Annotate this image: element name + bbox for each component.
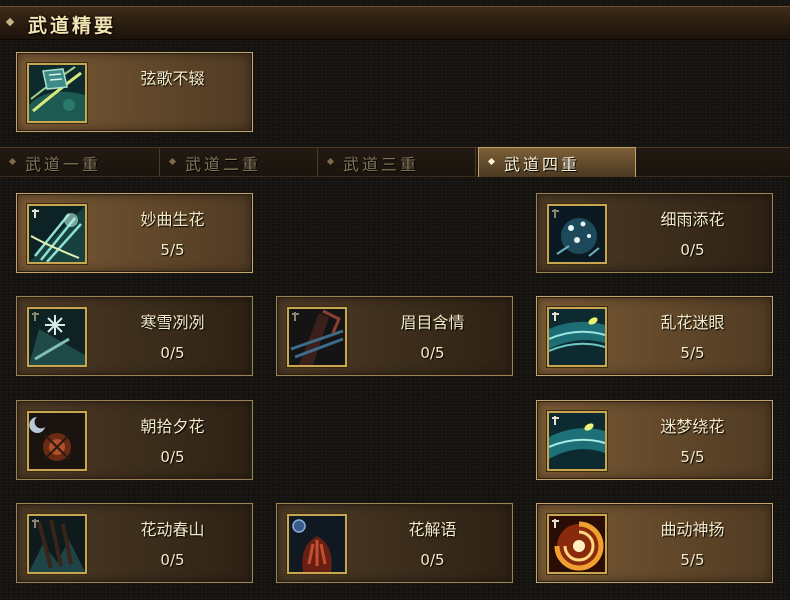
skill-level: 0/5 [160, 551, 185, 569]
tab-bar: 武道一重 武道二重 武道三重 武道四重 [0, 147, 790, 177]
skill-name: 迷梦绕花 [660, 417, 725, 436]
tab-diamond-icon [8, 157, 17, 166]
fan-glance-icon [287, 307, 347, 367]
skill-card-mimeng[interactable]: 迷梦绕花 5/5 [536, 400, 773, 480]
header-diamond-icon [5, 17, 15, 27]
skill-level: 0/5 [680, 241, 705, 259]
tab-level-4[interactable]: 武道四重 [478, 147, 636, 177]
tab-level-2[interactable]: 武道二重 [160, 148, 318, 176]
tab-diamond-icon [168, 157, 177, 166]
skill-card-qudong[interactable]: 曲动神扬 5/5 [536, 503, 773, 583]
essence-card[interactable]: 弦歌不辍 [16, 52, 253, 132]
tab-label: 武道一重 [25, 155, 102, 174]
skill-card-meimu[interactable]: 眉目含情 0/5 [276, 296, 513, 376]
skill-name: 乱花迷眼 [660, 313, 725, 332]
tab-label: 武道四重 [504, 155, 581, 174]
skill-level: 0/5 [160, 344, 185, 362]
skill-level: 0/5 [420, 551, 445, 569]
skill-card-luanhua[interactable]: 乱花迷眼 5/5 [536, 296, 773, 376]
skill-name: 花动春山 [140, 520, 205, 539]
tab-diamond-icon [326, 157, 335, 166]
tab-level-1[interactable]: 武道一重 [0, 148, 160, 176]
tab-label: 武道二重 [185, 155, 262, 174]
dream-flower-icon [547, 411, 607, 471]
pipa-strings-icon [27, 204, 87, 264]
skill-level: 5/5 [680, 448, 705, 466]
skill-card-huadong[interactable]: 花动春山 0/5 [16, 503, 253, 583]
skill-card-zhaoshi[interactable]: 朝拾夕花 0/5 [16, 400, 253, 480]
skill-name: 花解语 [408, 520, 457, 539]
section-header: 武道精要 [0, 6, 790, 40]
flower-storm-icon [547, 307, 607, 367]
skill-level: 0/5 [160, 448, 185, 466]
skill-name: 寒雪冽冽 [140, 313, 205, 332]
skill-level: 0/5 [420, 344, 445, 362]
section-title: 武道精要 [28, 15, 117, 37]
flower-speech-icon [287, 514, 347, 574]
moon-flower-icon [27, 411, 87, 471]
skill-name: 妙曲生花 [140, 210, 205, 229]
tab-label: 武道三重 [343, 155, 420, 174]
skill-name: 曲动神扬 [660, 520, 725, 539]
skill-name: 眉目含情 [400, 313, 465, 332]
skill-level: 5/5 [680, 344, 705, 362]
skill-card-miaoqu[interactable]: 妙曲生花 5/5 [16, 193, 253, 273]
wind-scroll-icon [27, 63, 87, 123]
skill-level: 5/5 [160, 241, 185, 259]
skill-card-hanxue[interactable]: 寒雪冽冽 0/5 [16, 296, 253, 376]
snow-flower-icon [27, 307, 87, 367]
skill-card-xiyu[interactable]: 细雨添花 0/5 [536, 193, 773, 273]
tab-level-3[interactable]: 武道三重 [318, 148, 476, 176]
fire-vortex-icon [547, 514, 607, 574]
skill-name: 细雨添花 [660, 210, 725, 229]
skill-level: 5/5 [680, 551, 705, 569]
spring-mountain-icon [27, 514, 87, 574]
skill-name: 朝拾夕花 [140, 417, 205, 436]
rain-petals-icon [547, 204, 607, 264]
tab-diamond-icon [487, 157, 496, 166]
skill-card-huajie[interactable]: 花解语 0/5 [276, 503, 513, 583]
essence-name: 弦歌不辍 [140, 69, 205, 88]
